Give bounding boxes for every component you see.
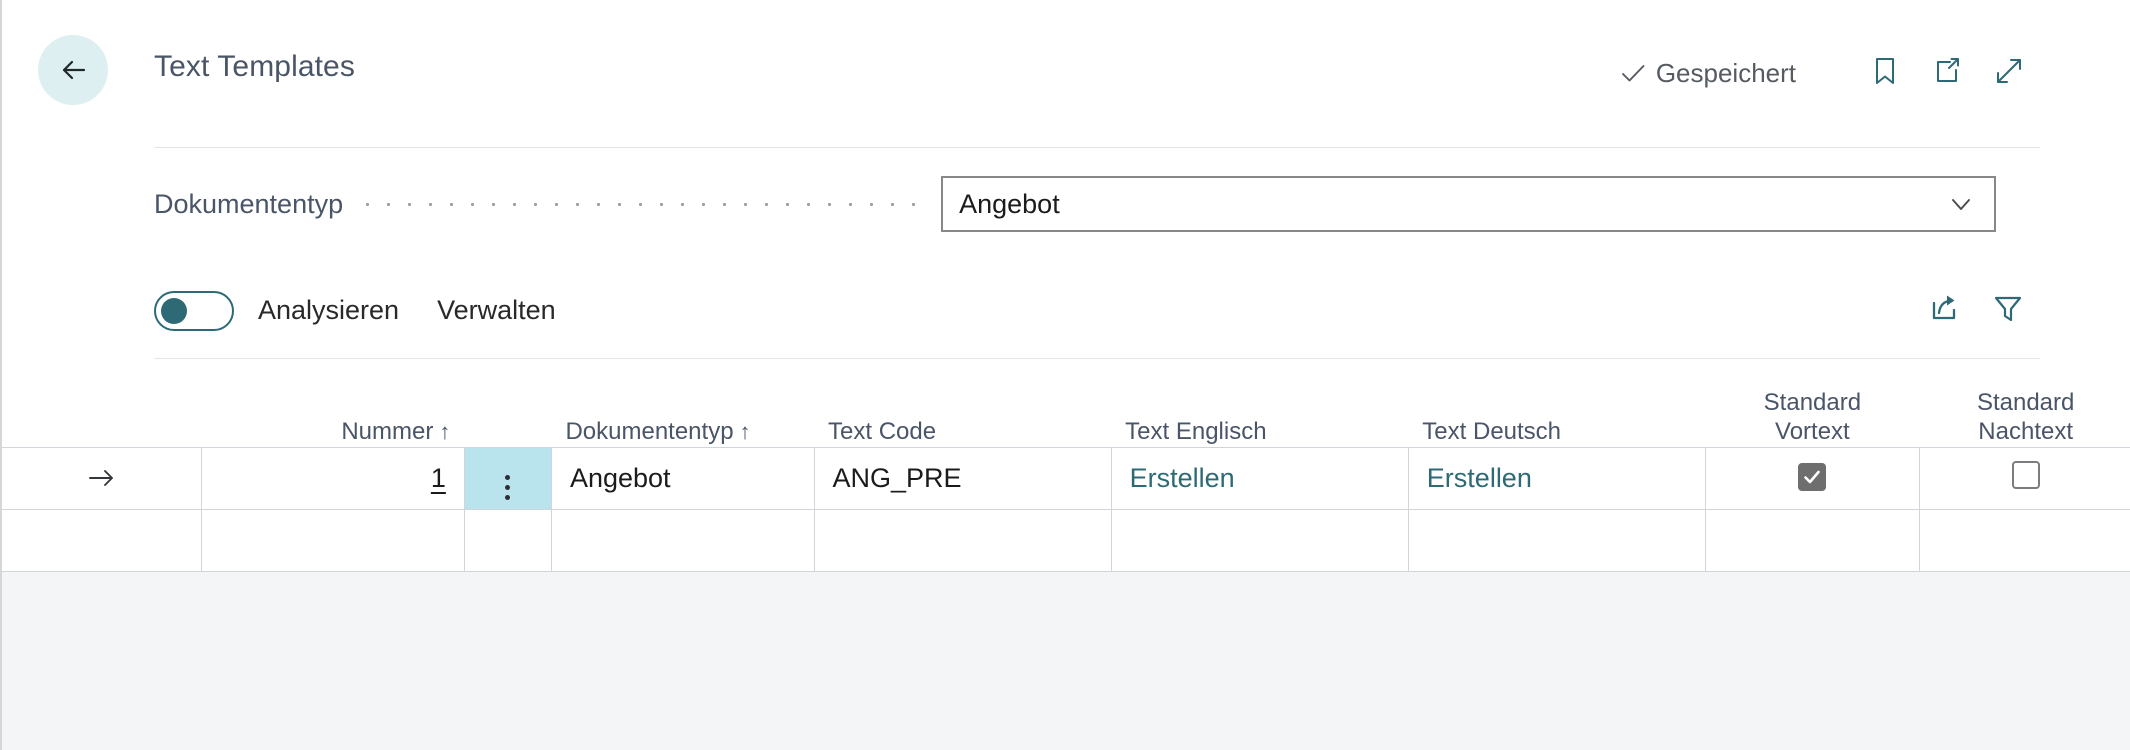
document-type-value: Angebot (959, 188, 1060, 219)
cell-nummer-value: 1 (202, 463, 464, 494)
bookmark-icon (1868, 54, 1902, 93)
col-header-text-englisch[interactable]: Text Englisch (1111, 359, 1408, 447)
cell-standard-nachtext[interactable] (1919, 446, 2130, 510)
text-englisch-link[interactable]: Erstellen (1130, 463, 1235, 493)
share-export-button[interactable] (1912, 283, 1976, 339)
standard-nachtext-checkbox[interactable] (2011, 460, 2040, 489)
cell-nummer[interactable]: 1 (201, 446, 465, 510)
share-export-icon (1926, 290, 1962, 331)
col-header-nummer[interactable]: Nummer ↑ (202, 359, 465, 447)
filter-button[interactable] (1976, 283, 2040, 339)
cell-standard-vortext[interactable] (1705, 446, 1920, 510)
footer-strip (2, 571, 2130, 750)
col-header-nummer-label: Nummer ↑ (202, 417, 465, 446)
list-toolbar: Analysieren Verwalten (154, 263, 2040, 359)
cell-standard-nachtext-value (1920, 460, 2130, 496)
page-title: Text Templates (154, 50, 355, 83)
blank-cell-standard-vortext[interactable] (1705, 508, 1920, 572)
standard-vortext-checkbox[interactable] (1798, 462, 1827, 491)
text-deutsch-link[interactable]: Erstellen (1427, 463, 1532, 493)
col-header-standard-vortext[interactable]: Standard Vortext (1705, 359, 1919, 447)
col-header-text-code[interactable]: Text Code (814, 359, 1111, 447)
col-header-nummer-text: Nummer (341, 418, 434, 446)
status-badge-saved: Gespeichert (1618, 58, 1796, 89)
blank-cell-text-englisch[interactable] (1111, 508, 1409, 572)
blank-cell-row-menu[interactable] (464, 508, 552, 572)
document-type-label: Dokumententyp (154, 188, 344, 219)
table-row-blank[interactable] (2, 508, 2130, 572)
header-actions: Gespeichert (1618, 48, 2040, 98)
cell-dokumententyp[interactable]: Angebot (551, 446, 815, 510)
cell-text-englisch-value: Erstellen (1112, 463, 1408, 494)
open-in-new-window-button[interactable] (1916, 48, 1978, 98)
saved-label: Gespeichert (1655, 57, 1796, 88)
cell-text-englisch[interactable]: Erstellen (1111, 446, 1409, 510)
records-table: Nummer ↑ Dokumententyp ↑ Text Code Text En… (2, 359, 2130, 572)
filter-funnel-icon (1990, 290, 2026, 331)
bookmark-button[interactable] (1854, 48, 1916, 98)
toolbar-action-verwalten[interactable]: Verwalten (437, 295, 556, 326)
table-header-row: Nummer ↑ Dokumententyp ↑ Text Code Text En… (2, 359, 2130, 447)
document-type-select[interactable]: Angebot (941, 176, 1997, 232)
col-header-text-deutsch-label: Text Deutsch (1422, 418, 1562, 446)
col-header-indicator (2, 359, 202, 447)
col-header-standard-nachtext-label: Standard Nachtext (1976, 388, 2075, 446)
cell-text-code-value: ANG_PRE (832, 462, 962, 493)
row-indicator-cell (2, 446, 203, 510)
col-header-standard-vortext-label: Standard Vortext (1763, 388, 1862, 446)
col-header-dokumententyp[interactable]: Dokumententyp ↑ (551, 359, 814, 447)
sort-ascending-icon-2: ↑ (739, 419, 751, 445)
cell-dokumententyp-value: Angebot (569, 462, 671, 493)
arrow-right-icon (2, 466, 201, 490)
blank-cell-text-deutsch[interactable] (1408, 508, 1706, 572)
blank-cell-nummer[interactable] (201, 508, 465, 572)
toggle-knob (161, 297, 187, 324)
text-templates-page: Text Templates Gespeichert Dokumententyp… (0, 0, 2130, 750)
document-type-field-area: Dokumententyp Angebot (2, 148, 2130, 263)
blank-cell-indicator (2, 508, 203, 572)
cell-text-deutsch-value: Erstellen (1409, 463, 1705, 494)
list-toolbar-area: Analysieren Verwalten (2, 263, 2130, 359)
nummer-link[interactable]: 1 (431, 463, 446, 493)
col-header-text-englisch-label: Text Englisch (1125, 418, 1267, 446)
document-type-row: Dokumententyp Angebot (154, 176, 2040, 232)
col-header-text-code-label: Text Code (828, 418, 937, 446)
blank-cell-dokumententyp[interactable] (551, 508, 815, 572)
expand-button[interactable] (1978, 48, 2040, 98)
cell-standard-vortext-value (1706, 462, 1919, 494)
row-menu-cell[interactable] (464, 446, 552, 510)
col-header-standard-nachtext[interactable]: Standard Nachtext (1919, 359, 2130, 447)
col-header-dokumententyp-text: Dokumententyp (565, 418, 734, 446)
sort-ascending-icon: ↑ (439, 419, 451, 445)
cell-text-deutsch[interactable]: Erstellen (1408, 446, 1706, 510)
analysieren-toggle[interactable] (154, 290, 234, 331)
check-icon (1618, 58, 1648, 88)
check-icon (1804, 470, 1821, 483)
blank-cell-text-code[interactable] (814, 508, 1112, 572)
blank-cell-standard-nachtext[interactable] (1919, 508, 2130, 572)
col-header-row-menu (464, 359, 551, 447)
table-row[interactable]: 1 Angebot ANG_PRE Erstellen Erstellen (2, 446, 2130, 510)
dot-leader (357, 190, 928, 218)
toolbar-action-analysieren[interactable]: Analysieren (258, 295, 399, 326)
records-grid-area: Nummer ↑ Dokumententyp ↑ Text Code Text En… (2, 359, 2130, 750)
open-in-new-window-icon (1930, 54, 1964, 93)
table-body: 1 Angebot ANG_PRE Erstellen Erstellen (2, 446, 2130, 572)
cell-text-code[interactable]: ANG_PRE (814, 446, 1112, 510)
kebab-menu-icon (505, 475, 511, 500)
back-button[interactable] (38, 35, 108, 105)
chevron-down-icon (1946, 189, 1976, 219)
col-header-dokumententyp-label: Dokumententyp ↑ (551, 417, 814, 446)
page-header: Text Templates Gespeichert (2, 0, 2130, 148)
arrow-left-icon (53, 50, 93, 90)
col-header-text-deutsch[interactable]: Text Deutsch (1408, 359, 1705, 447)
table-header: Nummer ↑ Dokumententyp ↑ Text Code Text En… (2, 359, 2130, 447)
expand-diagonal-icon (1992, 54, 2026, 93)
